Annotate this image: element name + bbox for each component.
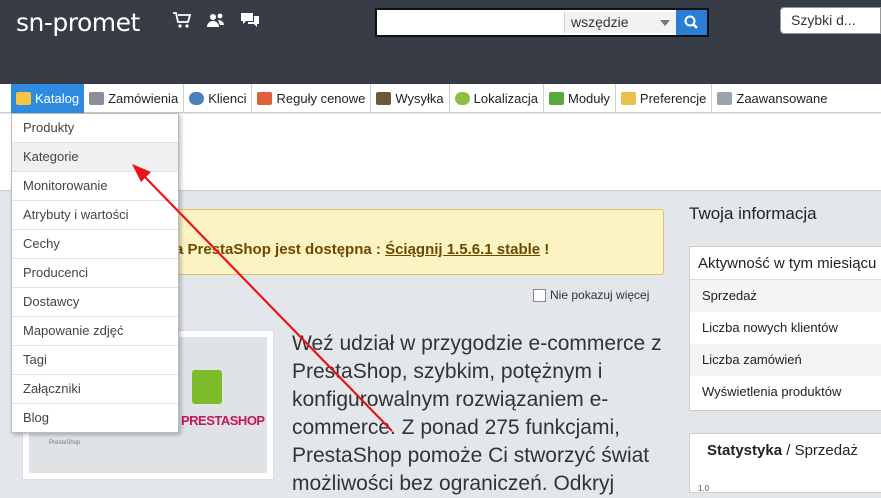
tab-reguly-cenowe[interactable]: Reguły cenowe — [252, 84, 372, 113]
tab-label: Zamówienia — [108, 91, 179, 106]
wrench-icon — [717, 92, 733, 105]
menu-item-zalaczniki[interactable]: Załączniki — [12, 375, 178, 404]
menu-item-mapowanie-zdjec[interactable]: Mapowanie zdjęć — [12, 317, 178, 346]
activity-row-sales: Sprzedaż — [690, 280, 881, 312]
folder-icon — [16, 92, 31, 105]
tab-zaawansowane[interactable]: Zaawansowane — [712, 84, 832, 113]
tab-label: Zaawansowane — [736, 91, 828, 106]
user-icon — [189, 92, 205, 105]
preferences-icon — [620, 92, 636, 105]
tab-preferencje[interactable]: Preferencje — [616, 84, 713, 113]
menu-item-monitorowanie[interactable]: Monitorowanie — [12, 172, 178, 201]
menu-item-cechy[interactable]: Cechy — [12, 230, 178, 259]
statistics-title: Statystyka — [707, 442, 783, 459]
tab-label: Reguły cenowe — [276, 91, 366, 106]
promo-text: Weź udział w przygodzie e-commerce z Pre… — [292, 332, 662, 495]
search-box: wszędzie — [375, 8, 709, 37]
main-nav: Katalog Zamówienia Klienci Reguły cenowe… — [0, 84, 881, 113]
tab-label: Katalog — [35, 91, 80, 106]
chevron-down-icon — [660, 20, 670, 26]
notice-message: a PrestaShop jest dostępna : — [175, 241, 386, 258]
search-icon — [684, 15, 698, 29]
dont-show-again: Nie pokazuj więcej — [533, 288, 649, 302]
download-link[interactable]: Ściągnij 1.5.6.1 stable — [385, 241, 540, 258]
dont-show-label[interactable]: Nie pokazuj więcej — [550, 288, 649, 302]
quick-icons — [172, 11, 260, 32]
dont-show-checkbox[interactable] — [533, 288, 546, 302]
users-icon[interactable] — [206, 11, 226, 32]
update-notice-text: a PrestaShop jest dostępna : Ściągnij 1.… — [175, 241, 549, 258]
puzzle-icon — [548, 92, 564, 105]
update-notice: a PrestaShop jest dostępna : Ściągnij 1.… — [170, 209, 664, 275]
shopping-bag-icon — [192, 370, 222, 404]
globe-icon — [454, 92, 470, 105]
menu-item-kategorie[interactable]: Kategorie — [12, 143, 178, 172]
shop-name[interactable]: sn-promet — [16, 8, 140, 37]
messages-icon[interactable] — [240, 11, 260, 32]
tab-lokalizacja[interactable]: Lokalizacja — [450, 84, 544, 113]
top-bar: sn-promet wszędzie Szybki d... — [0, 0, 881, 84]
tab-label: Preferencje — [639, 91, 707, 106]
activity-row-new-customers: Liczba nowych klientów — [702, 320, 838, 335]
statistics-subtitle[interactable]: Sprzedaż — [795, 442, 858, 459]
statistics-panel: Statystyka / Sprzedaż 1.0 — [689, 433, 881, 493]
menu-item-atrybuty[interactable]: Atrybuty i wartości — [12, 201, 178, 230]
menu-item-produkty[interactable]: Produkty — [12, 114, 178, 143]
statistics-header: Statystyka / Sprzedaż — [707, 442, 858, 459]
tab-wysylka[interactable]: Wysyłka — [371, 84, 450, 113]
statistics-axis-label: 1.0 — [698, 484, 710, 493]
notice-suffix: ! — [540, 241, 550, 258]
tab-label: Moduły — [567, 91, 610, 106]
tab-label: Wysyłka — [395, 91, 444, 106]
search-scope-select[interactable]: wszędzie — [564, 12, 676, 33]
search-input[interactable] — [379, 12, 563, 34]
tab-klienci[interactable]: Klienci — [184, 84, 253, 113]
tab-zamowienia[interactable]: Zamówienia — [84, 84, 185, 113]
your-info-title: Twoja informacja — [689, 204, 817, 223]
tab-katalog[interactable]: Katalog — [11, 84, 85, 113]
activity-row-product-views: Wyświetlenia produktów — [702, 384, 842, 399]
tab-moduly[interactable]: Moduły — [544, 84, 616, 113]
promo-small-text: PrestaShop — [49, 440, 81, 446]
search-scope-value: wszędzie — [571, 14, 629, 30]
truck-icon — [376, 92, 392, 105]
cart-icon — [89, 92, 105, 105]
prestashop-logo: PRESTASHOP — [181, 413, 265, 428]
cart-icon[interactable] — [172, 11, 192, 32]
menu-item-blog[interactable]: Blog — [12, 404, 178, 432]
menu-item-producenci[interactable]: Producenci — [12, 259, 178, 288]
menu-item-dostawcy[interactable]: Dostawcy — [12, 288, 178, 317]
monthly-activity-panel: Aktywność w tym miesiącu Sprzedaż Liczba… — [689, 246, 881, 411]
price-rules-icon — [257, 92, 273, 105]
menu-item-tagi[interactable]: Tagi — [12, 346, 178, 375]
quick-access-select[interactable]: Szybki d... — [780, 7, 881, 34]
activity-row-orders: Liczba zamówień — [690, 344, 881, 376]
katalog-dropdown-menu: Produkty Kategorie Monitorowanie Atrybut… — [11, 113, 179, 433]
tab-label: Lokalizacja — [473, 91, 538, 106]
activity-header: Aktywność w tym miesiącu — [690, 247, 881, 280]
tab-label: Klienci — [208, 91, 247, 106]
search-button[interactable] — [676, 10, 707, 35]
